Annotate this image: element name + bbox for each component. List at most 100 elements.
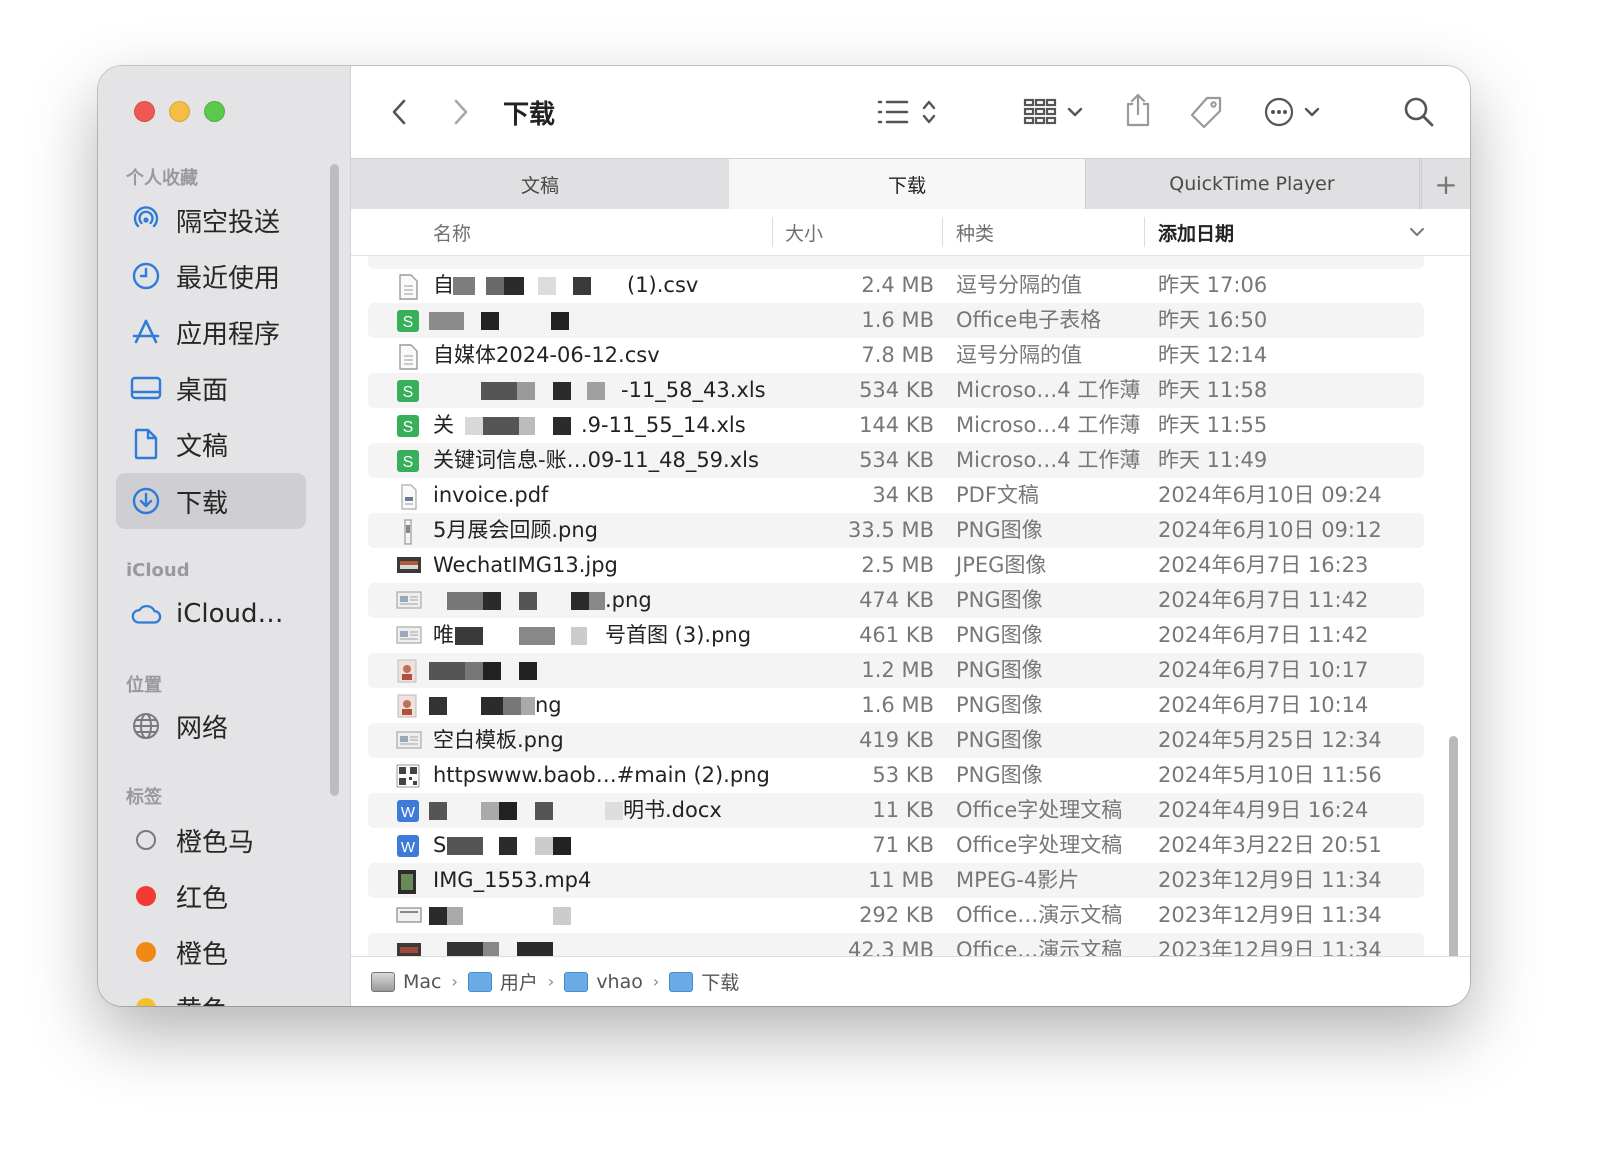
file-size: 461 KB xyxy=(859,623,934,647)
tab-documents[interactable]: 文稿 xyxy=(351,159,730,209)
sort-chevron-down-icon[interactable] xyxy=(1407,223,1427,241)
sidebar-item-label: 应用程序 xyxy=(176,319,281,350)
redaction-block xyxy=(481,697,503,715)
column-name[interactable]: 名称 xyxy=(433,209,471,255)
column-divider[interactable] xyxy=(942,217,943,247)
file-name-suffix: ng xyxy=(535,693,562,717)
file-row[interactable]: 1.2 MB PNG图像 2024年6月7日 10:17 xyxy=(368,653,1424,688)
path-separator-chevron-icon: › xyxy=(547,972,555,991)
sidebar-tag-item[interactable]: 橙色马 xyxy=(116,812,306,868)
new-tab-button[interactable]: + xyxy=(1421,159,1470,209)
sidebar-item-downloads[interactable]: 下载 xyxy=(116,473,306,529)
file-row[interactable]: S -11_58_43.xls 534 KB Microso…4 工作薄 昨天 … xyxy=(368,373,1424,408)
file-size: 2.5 MB xyxy=(861,553,934,577)
file-row[interactable]: 自媒体2024-06-12.csv 7.8 MB 逗号分隔的值 昨天 12:14 xyxy=(368,338,1424,373)
redaction-block xyxy=(519,592,537,610)
more-actions-button[interactable] xyxy=(1263,94,1327,130)
file-row[interactable]: invoice.pdf 34 KB PDF文稿 2024年6月10日 09:24 xyxy=(368,478,1424,513)
file-row[interactable]: ng 1.6 MB PNG图像 2024年6月7日 10:14 xyxy=(368,688,1424,723)
file-row[interactable]: 5月展会回顾.png 33.5 MB PNG图像 2024年6月10日 09:1… xyxy=(368,513,1424,548)
zoom-button[interactable] xyxy=(204,101,225,122)
column-kind[interactable]: 种类 xyxy=(956,209,994,255)
clock-icon xyxy=(130,260,162,292)
file-row[interactable]: 唯 号首图 (3).png 461 KB PNG图像 2024年6月7日 11:… xyxy=(368,618,1424,653)
file-name: 唯 xyxy=(433,623,454,647)
sidebar-scrollbar[interactable] xyxy=(330,164,339,796)
svg-text:S: S xyxy=(403,384,414,401)
file-list-scrollbar[interactable] xyxy=(1449,736,1458,956)
tab-downloads[interactable]: 下载 xyxy=(729,159,1086,209)
sidebar-item-airdrop[interactable]: 隔空投送 xyxy=(116,192,306,248)
view-mode-list-button[interactable] xyxy=(873,94,939,130)
file-row[interactable]: .png 474 KB PNG图像 2024年6月7日 11:42 xyxy=(368,583,1424,618)
column-date-added[interactable]: 添加日期 xyxy=(1158,209,1234,255)
file-row[interactable]: S 1.6 MB Office电子表格 昨天 16:50 xyxy=(368,303,1424,338)
forward-button[interactable] xyxy=(447,96,475,128)
file-kind: MPEG-4影片 xyxy=(956,868,1080,892)
path-item-home[interactable]: vhao xyxy=(564,971,643,993)
search-button[interactable] xyxy=(1401,94,1437,130)
sidebar-item-applications[interactable]: 应用程序 xyxy=(116,304,306,360)
image-file-icon xyxy=(396,519,420,545)
sidebar-item-label: 红色 xyxy=(176,883,229,914)
column-size[interactable]: 大小 xyxy=(785,209,823,255)
minimize-button[interactable] xyxy=(169,101,190,122)
sidebar-tag-item[interactable]: 橙色 xyxy=(116,924,306,980)
file-row[interactable]: 自 (1).csv 2.4 MB 逗号分隔的值 昨天 17:06 xyxy=(368,268,1424,303)
tab-bar: 文稿 下载 QuickTime Player + xyxy=(351,158,1470,210)
file-kind: 逗号分隔的值 xyxy=(956,273,1082,297)
redaction-block xyxy=(447,907,463,925)
sidebar-item-label: 隔空投送 xyxy=(176,207,281,238)
file-date: 2023年12月9日 11:34 xyxy=(1158,938,1382,956)
file-row[interactable]: W S 71 KB Office字处理文稿 2024年3月22日 20:51 xyxy=(368,828,1424,863)
redaction-block xyxy=(486,277,504,295)
file-row[interactable]: IMG_1553.mp4 11 MB MPEG-4影片 2023年12月9日 1… xyxy=(368,863,1424,898)
file-row[interactable]: WechatIMG13.jpg 2.5 MB JPEG图像 2024年6月7日 … xyxy=(368,548,1424,583)
file-date: 2024年3月22日 20:51 xyxy=(1158,833,1382,857)
file-name-suffix: 明书.docx xyxy=(623,798,722,822)
file-date: 2024年5月25日 12:34 xyxy=(1158,728,1382,752)
sidebar-item-icloud[interactable]: iCloud… xyxy=(116,586,306,642)
file-name: 关 xyxy=(433,413,454,437)
close-button[interactable] xyxy=(134,101,155,122)
share-button[interactable] xyxy=(1121,90,1155,130)
file-kind: PNG图像 xyxy=(956,728,1043,752)
redaction-block xyxy=(553,382,571,400)
tab-quicktime-player[interactable]: QuickTime Player xyxy=(1085,159,1420,209)
file-kind: PDF文稿 xyxy=(956,483,1039,507)
file-row[interactable]: 42.3 MB Office…演示文稿 2023年12月9日 11:34 xyxy=(368,933,1424,956)
sidebar-item-desktop[interactable]: 桌面 xyxy=(116,360,306,416)
sidebar-tag-item[interactable]: 黄色 xyxy=(116,980,306,1006)
file-row[interactable]: httpswww.baob…#main (2).png 53 KB PNG图像 … xyxy=(368,758,1424,793)
file-name-suffix: 号首图 (3).png xyxy=(605,623,752,647)
main-pane: 下载 文稿 下载 QuickTime Player + 名称 大小 种类 添加日… xyxy=(351,66,1470,1006)
path-item-users[interactable]: 用户 xyxy=(467,968,538,995)
file-list: 自 (1).csv 2.4 MB 逗号分隔的值 昨天 17:06 S 1.6 M… xyxy=(351,256,1470,956)
path-item-downloads[interactable]: 下载 xyxy=(669,968,739,995)
file-kind: PNG图像 xyxy=(956,763,1043,787)
ellipsis-circle-icon xyxy=(1264,97,1320,127)
file-row[interactable]: 292 KB Office…演示文稿 2023年12月9日 11:34 xyxy=(368,898,1424,933)
file-row[interactable]: S 关 .9-11_55_14.xls 144 KB Microso…4 工作薄… xyxy=(368,408,1424,443)
file-size: 7.8 MB xyxy=(861,343,934,367)
redaction-block xyxy=(429,697,447,715)
redaction-block xyxy=(455,627,483,645)
file-size: 1.6 MB xyxy=(861,308,934,332)
file-row[interactable]: W 明书.docx 11 KB Office字处理文稿 2024年4月9日 16… xyxy=(368,793,1424,828)
column-divider[interactable] xyxy=(772,217,773,247)
file-row[interactable]: 空白模板.png 419 KB PNG图像 2024年5月25日 12:34 xyxy=(368,723,1424,758)
file-date: 昨天 11:58 xyxy=(1158,378,1268,402)
sidebar-item-recents[interactable]: 最近使用 xyxy=(116,248,306,304)
spreadsheet-icon: S xyxy=(396,414,420,438)
path-item-mac[interactable]: Mac xyxy=(371,971,441,993)
sidebar-item-network[interactable]: 网络 xyxy=(116,698,306,754)
column-header: 名称 大小 种类 添加日期 xyxy=(351,209,1470,256)
sidebar-tag-item[interactable]: 红色 xyxy=(116,868,306,924)
path-item-label: 用户 xyxy=(499,972,538,994)
sidebar-item-documents[interactable]: 文稿 xyxy=(116,416,306,472)
tag-button[interactable] xyxy=(1187,94,1225,132)
column-divider[interactable] xyxy=(1144,217,1145,247)
back-button[interactable] xyxy=(385,96,413,128)
file-row[interactable]: S 关键词信息-账…09-11_48_59.xls 534 KB Microso… xyxy=(368,443,1424,478)
group-button[interactable] xyxy=(1021,94,1087,130)
